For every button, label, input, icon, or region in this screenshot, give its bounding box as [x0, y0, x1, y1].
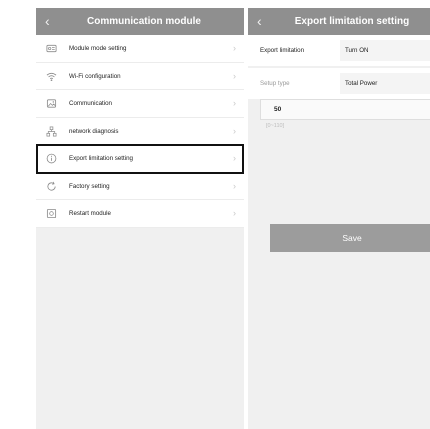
chevron-right-icon: › [233, 180, 236, 191]
title-bar: ‹ Export limitation setting [248, 8, 430, 35]
setup-type-row: Setup type Total Power [248, 68, 430, 99]
menu-item-label: Wi-Fi configuration [69, 72, 121, 80]
chevron-right-icon: › [233, 43, 236, 53]
export-limitation-select[interactable]: Turn ON [340, 40, 430, 61]
save-button[interactable]: Save [270, 224, 430, 252]
setup-type-select[interactable]: Total Power [340, 73, 430, 94]
chevron-right-icon: › [233, 208, 236, 218]
communication-module-screen: ‹ Communication module Module mode setti… [36, 8, 244, 429]
info-icon [46, 153, 57, 164]
chevron-right-icon: › [233, 98, 236, 108]
menu-item-network-diagnosis[interactable]: network diagnosis › [36, 118, 244, 145]
chevron-right-icon: › [233, 125, 236, 136]
menu-item-label: Restart module [69, 210, 111, 217]
settings-menu: Module mode setting › Wi-Fi configuratio… [36, 35, 244, 228]
menu-item-restart-module[interactable]: Restart module › [36, 200, 244, 228]
power-icon [46, 208, 57, 219]
export-limitation-value: Turn ON [345, 47, 369, 54]
id-card-icon [46, 43, 57, 54]
menu-item-export-limitation-setting[interactable]: Export limitation setting › [36, 144, 244, 173]
power-limit-value: 50 [274, 106, 282, 113]
page-title: Export limitation setting [294, 16, 410, 27]
wifi-icon [46, 71, 57, 82]
menu-item-label: Module mode setting [69, 45, 127, 52]
page-title: Communication module [87, 16, 201, 27]
setup-type-label: Setup type [260, 80, 290, 87]
menu-item-label: network diagnosis [69, 127, 119, 135]
network-icon [46, 126, 57, 137]
range-hint: [0~110] [266, 123, 285, 129]
chevron-right-icon: › [233, 70, 236, 81]
setup-type-value: Total Power [345, 80, 378, 87]
menu-item-label: Communication [69, 100, 112, 107]
image-icon [46, 98, 57, 109]
menu-item-label: Factory setting [69, 182, 110, 190]
menu-item-label: Export limitation setting [69, 155, 133, 162]
chevron-right-icon: › [233, 153, 236, 163]
power-limit-input[interactable]: 50 [260, 99, 430, 120]
export-limitation-label: Export limitation [260, 47, 305, 54]
menu-item-factory-setting[interactable]: Factory setting › [36, 173, 244, 200]
title-bar: ‹ Communication module [36, 8, 244, 35]
menu-item-module-mode-setting[interactable]: Module mode setting › [36, 35, 244, 63]
export-limitation-screen: ‹ Export limitation setting Export limit… [248, 8, 430, 429]
menu-item-wifi-configuration[interactable]: Wi-Fi configuration › [36, 63, 244, 90]
refresh-icon [46, 181, 57, 192]
export-limitation-row: Export limitation Turn ON [248, 35, 430, 66]
menu-item-communication[interactable]: Communication › [36, 90, 244, 118]
